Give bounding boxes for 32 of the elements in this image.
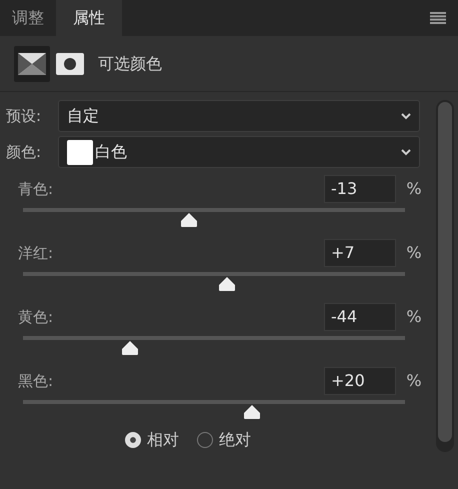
- scrollbar[interactable]: [436, 100, 454, 452]
- slider-label: 洋红:: [18, 242, 54, 264]
- slider-thumb[interactable]: [243, 404, 262, 420]
- slider-thumb[interactable]: [180, 212, 198, 228]
- value-field[interactable]: -44: [324, 303, 396, 331]
- value-field[interactable]: +20: [324, 367, 396, 395]
- slider-label: 青色:: [18, 178, 54, 200]
- slider-thumb[interactable]: [120, 340, 139, 356]
- slider-label: 黄色:: [18, 306, 54, 328]
- caret-icon: [401, 112, 411, 120]
- color-swatch: [67, 140, 93, 164]
- mask-icon[interactable]: [56, 52, 84, 74]
- preset-dropdown[interactable]: 自定: [58, 100, 420, 132]
- color-dropdown[interactable]: 白色: [58, 136, 420, 168]
- preset-label: 预设:: [6, 106, 42, 127]
- slider-thumb[interactable]: [218, 276, 236, 292]
- panel-tab[interactable]: 属性: [56, 0, 122, 36]
- value-field[interactable]: -13: [324, 175, 396, 203]
- panel-title: 可选颜色: [98, 52, 162, 74]
- selective-color-icon[interactable]: [14, 46, 50, 82]
- value-field[interactable]: +7: [324, 239, 396, 267]
- method-radio[interactable]: 相对: [125, 428, 179, 452]
- panel-tab[interactable]: 调整: [0, 0, 56, 36]
- unit-label: %: [405, 242, 423, 264]
- unit-label: %: [405, 370, 423, 392]
- menu-icon[interactable]: [430, 12, 446, 24]
- method-radio[interactable]: 绝对: [197, 428, 251, 452]
- unit-label: %: [405, 178, 423, 200]
- caret-icon: [401, 148, 411, 156]
- color-label: 颜色:: [6, 142, 42, 163]
- slider-label: 黑色:: [18, 370, 54, 392]
- unit-label: %: [405, 306, 423, 328]
